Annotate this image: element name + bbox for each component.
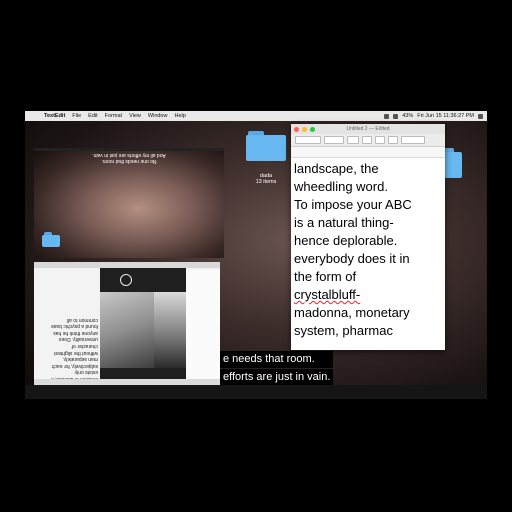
- text-line: anyone think he has: [53, 329, 98, 336]
- text-line: found a psychic base: [51, 323, 98, 330]
- text-line: man separately,: [62, 356, 98, 363]
- window-sidebar: [186, 270, 220, 380]
- editor-titlebar[interactable]: Untitled 2 — Edited: [291, 124, 445, 134]
- format-toolbar: [291, 134, 445, 147]
- underline-button[interactable]: [388, 136, 398, 144]
- caption-line: No one needs that room.: [101, 158, 157, 164]
- bottom-strip: [25, 385, 487, 399]
- textedit-window[interactable]: Untitled 2 — Edited landscape, the wheed…: [291, 124, 445, 350]
- volume-icon[interactable]: [393, 113, 399, 119]
- text-line: subjectively, for each: [51, 362, 98, 369]
- wifi-icon[interactable]: [384, 113, 390, 119]
- menu-file[interactable]: File: [72, 111, 81, 121]
- mirrored-text: criticism is useless, it exists only sub…: [36, 274, 98, 382]
- spotlight-icon[interactable]: [478, 113, 483, 119]
- photo-booth-window[interactable]: [100, 268, 186, 380]
- ruler[interactable]: [291, 147, 445, 158]
- clock[interactable]: Fri Jun 15 11:36:27 PM: [417, 111, 474, 121]
- text-line: hence deplorable.: [294, 233, 398, 248]
- menu-format[interactable]: Format: [105, 111, 122, 121]
- menu-app-name[interactable]: TextEdit: [44, 111, 65, 121]
- text-line: crystalbluff-: [294, 287, 361, 302]
- subtitle-line: e needs that room.: [220, 351, 334, 368]
- text-line: wheedling word.: [294, 179, 388, 194]
- text-line: exists only: [74, 369, 98, 376]
- mirrored-caption: No one needs that room. And all my effor…: [74, 152, 184, 164]
- folder-icon[interactable]: [42, 232, 60, 247]
- font-family-select[interactable]: [295, 136, 321, 144]
- text-line: system, pharmac: [294, 323, 393, 338]
- video-titlebar[interactable]: [34, 148, 224, 151]
- battery-percent[interactable]: 43%: [402, 111, 413, 121]
- menu-window[interactable]: Window: [148, 111, 168, 121]
- shutter-icon[interactable]: [120, 274, 132, 286]
- text-line: character of: [71, 343, 98, 350]
- bold-button[interactable]: [362, 136, 372, 144]
- folder-icon[interactable]: [246, 131, 286, 161]
- editor-title: Untitled 2 — Edited: [346, 126, 390, 132]
- menu-extras: 43% Fri Jun 15 11:36:27 PM: [384, 111, 483, 121]
- align-buttons[interactable]: [401, 136, 425, 144]
- menu-bar: TextEdit File Edit Format View Window He…: [25, 111, 487, 121]
- document-text[interactable]: landscape, the wheedling word. To impose…: [291, 158, 445, 340]
- font-size-select[interactable]: [347, 136, 359, 144]
- camera-preview-secondary: [154, 292, 186, 368]
- menu-view[interactable]: View: [129, 111, 141, 121]
- text-line: the form of: [294, 269, 357, 284]
- menu-edit[interactable]: Edit: [88, 111, 97, 121]
- text-line: landscape, the: [294, 161, 379, 176]
- caption-line: And all my efforts are just in vain.: [92, 152, 166, 158]
- text-line: universality. Does: [58, 336, 98, 343]
- font-style-select[interactable]: [324, 136, 344, 144]
- subtitle-line: efforts are just in vain.: [220, 369, 334, 386]
- document-window-bottom[interactable]: criticism is useless, it exists only sub…: [34, 262, 220, 386]
- italic-button[interactable]: [375, 136, 385, 144]
- menu-help[interactable]: Help: [174, 111, 185, 121]
- text-line: everybody does it in: [294, 251, 410, 266]
- folder-count: 13 items: [255, 179, 277, 185]
- text-line: is a natural thing-: [294, 215, 394, 230]
- folder-icon[interactable]: [442, 148, 462, 178]
- text-line: madonna, monetary: [294, 305, 410, 320]
- camera-preview: [100, 292, 154, 368]
- video-window-top[interactable]: No one needs that room. And all my effor…: [34, 148, 224, 258]
- video-subtitles: e needs that room. efforts are just in v…: [220, 351, 334, 387]
- folder-label[interactable]: dada 13 items: [246, 173, 286, 185]
- text-line: common to all: [66, 316, 98, 323]
- text-line: To impose your ABC: [294, 197, 412, 212]
- text-line: without the slightest: [54, 349, 98, 356]
